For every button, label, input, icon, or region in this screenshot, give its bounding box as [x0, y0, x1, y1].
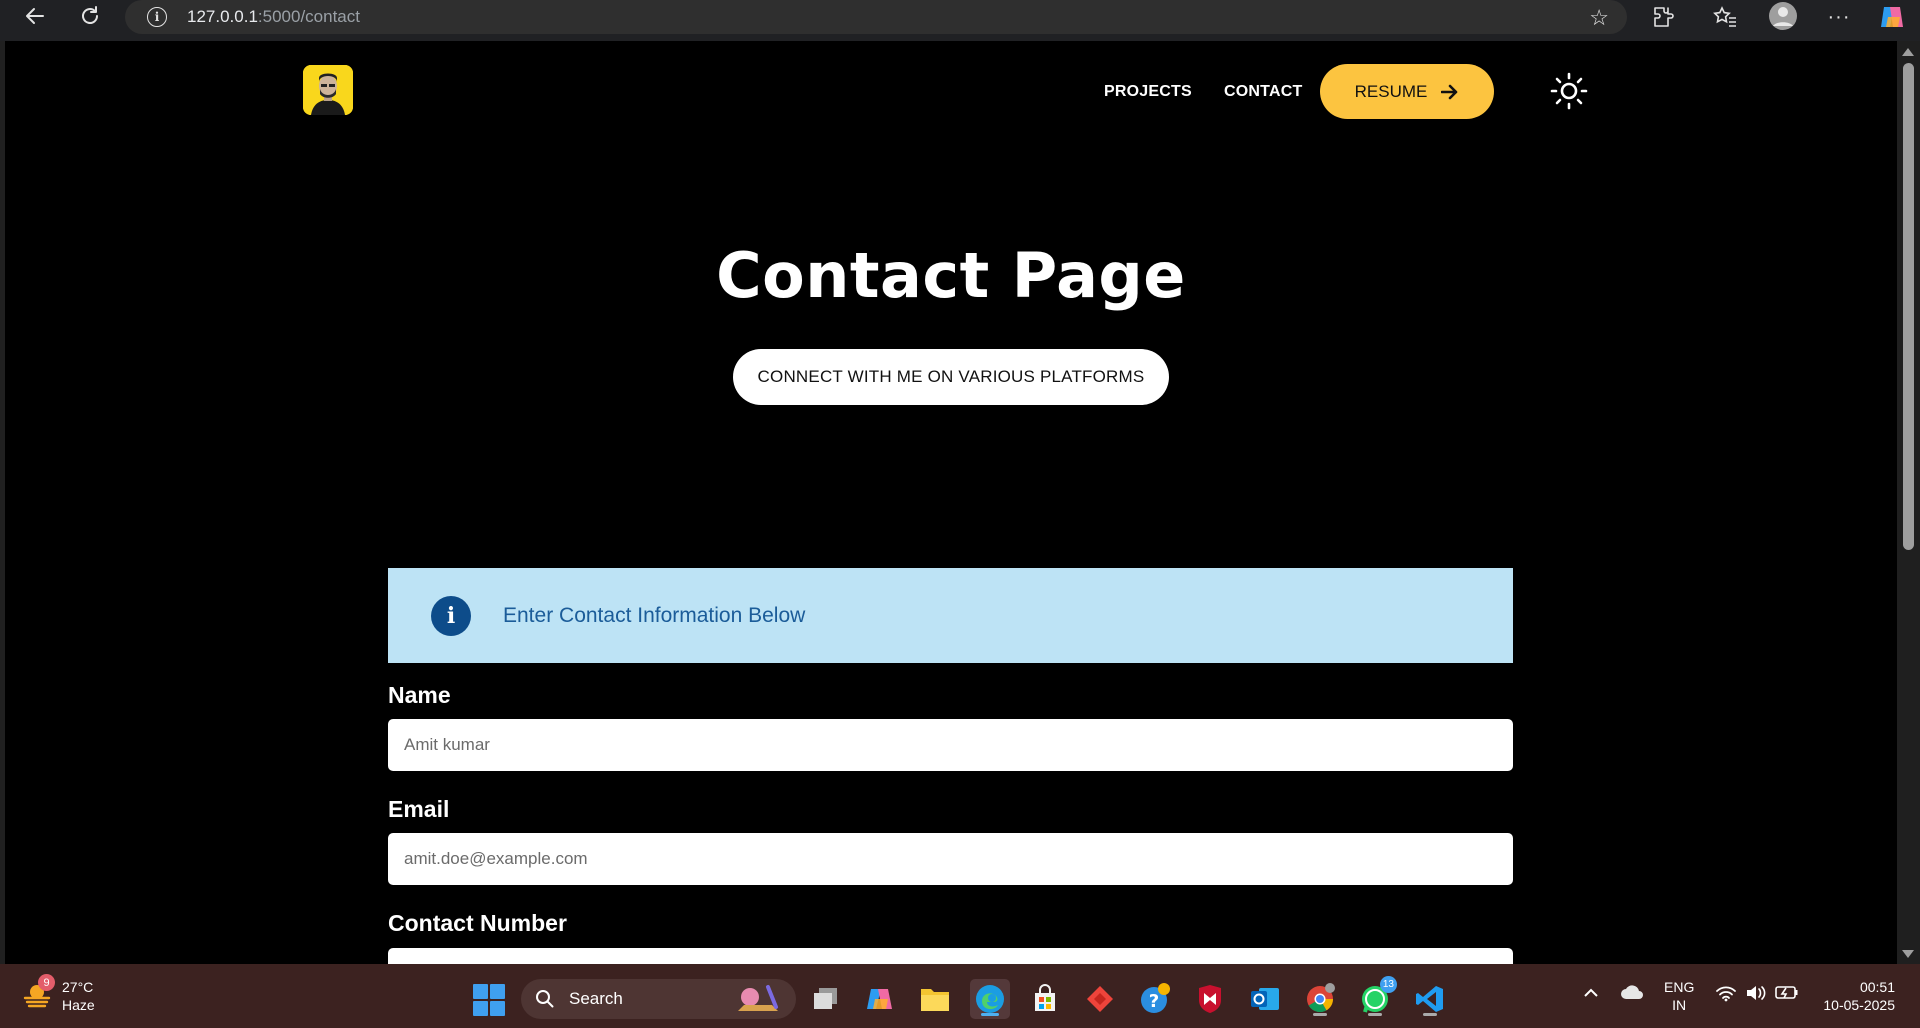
anydesk-icon[interactable]	[1080, 979, 1120, 1019]
name-label: Name	[388, 682, 451, 708]
start-button[interactable]	[473, 984, 505, 1016]
theme-toggle-sun-icon[interactable]	[1549, 71, 1589, 111]
url-text[interactable]: 127.0.0.1:5000/contact	[187, 7, 360, 27]
svg-text:?: ?	[1149, 991, 1159, 1012]
page-scrollbar[interactable]	[1897, 41, 1920, 964]
search-icon	[536, 990, 554, 1008]
address-bar[interactable]: i 127.0.0.1:5000/contact ☆	[125, 0, 1627, 34]
weather-temperature: 27°C	[62, 979, 94, 995]
scroll-thumb[interactable]	[1903, 63, 1914, 550]
reload-icon[interactable]	[70, 0, 110, 32]
battery-icon[interactable]	[1775, 984, 1799, 1004]
site-logo-avatar[interactable]	[303, 65, 353, 115]
whatsapp-running-indicator	[1368, 1013, 1382, 1016]
whatsapp-icon[interactable]: 13	[1355, 976, 1397, 1019]
page-title: Contact Page	[716, 239, 1186, 312]
copilot-icon[interactable]	[1876, 2, 1908, 32]
name-input[interactable]	[388, 719, 1513, 771]
nav-projects-link[interactable]: PROJECTS	[1104, 83, 1192, 101]
file-explorer-icon[interactable]	[915, 979, 955, 1019]
clock-time: 00:51	[1859, 979, 1895, 995]
whatsapp-badge: 13	[1379, 976, 1397, 993]
chrome-running-indicator	[1313, 1013, 1327, 1016]
info-alert-text: Enter Contact Information Below	[503, 603, 806, 627]
page-viewport: PROJECTS CONTACT RESUME Contact Page CON…	[5, 41, 1897, 964]
outlook-icon[interactable]	[1245, 979, 1285, 1019]
taskbar-search[interactable]: Search	[521, 979, 796, 1019]
volume-icon[interactable]	[1745, 984, 1767, 1006]
info-alert: i Enter Contact Information Below	[388, 568, 1513, 663]
windows-taskbar: 9 27°C Haze Search ? 13 ENG IN 00:51 10-…	[0, 964, 1920, 1028]
email-input[interactable]	[388, 833, 1513, 885]
mcafee-icon[interactable]	[1190, 979, 1230, 1019]
info-icon: i	[431, 595, 471, 636]
wifi-icon[interactable]	[1715, 984, 1737, 1006]
edge-active-indicator	[981, 1013, 999, 1016]
site-info-icon[interactable]: i	[147, 7, 167, 27]
favorite-star-icon[interactable]: ☆	[1589, 5, 1609, 31]
weather-widget[interactable]: 9 27°C Haze	[22, 974, 95, 1014]
copilot-app-icon[interactable]	[860, 979, 900, 1019]
connect-platforms-button[interactable]: CONNECT WITH ME ON VARIOUS PLATFORMS	[733, 349, 1169, 405]
contact-number-label: Contact Number	[388, 910, 567, 936]
chrome-icon[interactable]	[1300, 979, 1340, 1019]
microsoft-store-icon[interactable]	[1025, 979, 1065, 1019]
profile-icon[interactable]	[1767, 1, 1799, 31]
more-icon[interactable]: ···	[1823, 2, 1855, 32]
show-hidden-icons-chevron-icon[interactable]	[1583, 984, 1599, 1002]
weather-condition: Haze	[62, 997, 95, 1013]
region-code: IN	[1672, 997, 1687, 1013]
vscode-running-indicator	[1423, 1013, 1437, 1016]
weather-badge: 9	[38, 974, 55, 991]
favorites-icon[interactable]	[1709, 2, 1741, 32]
vscode-icon[interactable]	[1410, 979, 1450, 1019]
contact-number-input[interactable]	[388, 948, 1513, 964]
resume-button[interactable]: RESUME	[1320, 64, 1494, 119]
scroll-down-icon[interactable]	[1902, 950, 1914, 958]
language-indicator[interactable]: ENG IN	[1664, 978, 1694, 1014]
help-app-icon[interactable]: ?	[1135, 979, 1175, 1019]
system-clock[interactable]: 00:51 10-05-2025	[1815, 978, 1895, 1014]
resume-label: RESUME	[1354, 81, 1428, 101]
browser-toolbar: i 127.0.0.1:5000/contact ☆ ···	[0, 0, 1920, 41]
clock-date: 10-05-2025	[1823, 997, 1895, 1013]
arrow-right-icon	[1441, 84, 1458, 99]
back-icon[interactable]	[15, 0, 55, 32]
onedrive-cloud-icon[interactable]	[1620, 984, 1644, 1004]
edge-browser-icon[interactable]	[970, 979, 1010, 1019]
scroll-up-icon[interactable]	[1902, 48, 1914, 56]
language-code: ENG	[1664, 979, 1695, 995]
extensions-icon[interactable]	[1647, 2, 1679, 32]
nav-contact-link[interactable]: CONTACT	[1224, 83, 1302, 101]
task-view-icon[interactable]	[806, 979, 846, 1019]
search-label: Search	[569, 989, 623, 1008]
search-highlight-icon	[738, 985, 778, 1011]
email-label: Email	[388, 796, 450, 822]
